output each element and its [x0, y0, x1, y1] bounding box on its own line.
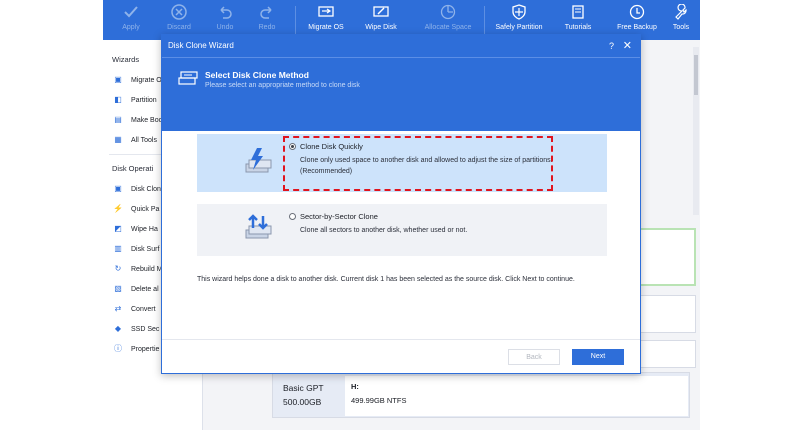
partition-icon: ◧	[114, 95, 122, 104]
option-description: Clone all sectors to another disk, wheth…	[300, 227, 468, 234]
partition-list-scrollbar[interactable]	[693, 47, 699, 215]
book-icon	[556, 0, 600, 24]
header-title: Select Disk Clone Method	[205, 70, 309, 80]
convert-icon: ⇄	[114, 304, 122, 313]
redo-icon	[249, 0, 285, 24]
eraser-icon: ◆	[114, 324, 122, 333]
disk-clone-icon	[178, 70, 198, 91]
dialog-title: Disk Clone Wizard	[168, 41, 234, 50]
dialog-titlebar: Disk Clone Wizard ? ✕	[162, 35, 640, 57]
partition-letter: H:	[351, 382, 359, 391]
dialog-header: Select Disk Clone Method Please select a…	[162, 57, 640, 131]
surface-test-icon: ▥	[114, 244, 122, 253]
wizard-note: This wizard helps done a disk to another…	[197, 276, 575, 283]
rebuild-icon: ↻	[114, 264, 122, 273]
info-icon: ⓘ	[114, 344, 122, 353]
grid-icon: ▦	[114, 135, 122, 144]
partition-block-h[interactable]: H: 499.99GB NTFS	[345, 376, 688, 416]
tools-button[interactable]: Tools	[666, 0, 696, 40]
apply-button[interactable]: Apply	[111, 0, 151, 40]
next-button[interactable]: Next	[572, 349, 624, 365]
disk-size: 500.00GB	[283, 397, 322, 407]
toolbar-divider	[484, 6, 485, 34]
footer-divider	[162, 339, 640, 340]
lightning-icon: ⚡	[113, 204, 123, 213]
quick-clone-icon	[243, 146, 273, 181]
delete-icon: ▧	[114, 284, 122, 293]
scrollbar-thumb[interactable]	[694, 55, 698, 95]
help-icon[interactable]: ?	[609, 35, 614, 57]
disk-info: Basic GPT 500.00GB	[283, 381, 324, 409]
wipe-icon: ◩	[114, 224, 122, 233]
disk-type: Basic GPT	[283, 383, 324, 393]
undo-icon	[207, 0, 243, 24]
radio-sector-by-sector-clone[interactable]	[289, 213, 296, 220]
close-icon[interactable]: ✕	[623, 35, 632, 57]
discard-icon	[159, 0, 199, 24]
migrate-icon: ▣	[114, 75, 122, 84]
check-icon	[111, 0, 151, 24]
migrate-os-icon	[303, 0, 349, 24]
disk-clone-wizard-dialog: Disk Clone Wizard ? ✕ Select Disk Clone …	[161, 34, 641, 374]
header-subtitle: Please select an appropriate method to c…	[205, 82, 360, 89]
backup-icon	[615, 0, 659, 24]
sector-clone-icon	[243, 212, 273, 247]
option-label: Sector-by-Sector Clone	[300, 212, 378, 221]
clone-icon: ▣	[114, 184, 122, 193]
partition-info: 499.99GB NTFS	[351, 396, 407, 405]
wipe-disk-icon	[361, 0, 401, 24]
toolbar-divider	[295, 6, 296, 34]
highlight-box	[283, 136, 553, 191]
wrench-icon	[666, 0, 696, 24]
allocate-space-icon	[419, 0, 477, 24]
shield-icon	[489, 0, 549, 24]
back-button[interactable]: Back	[508, 349, 560, 365]
bootable-icon: ▤	[114, 115, 122, 124]
disk-row[interactable]: Basic GPT 500.00GB H: 499.99GB NTFS	[272, 372, 690, 418]
option-sector-by-sector-clone[interactable]: Sector-by-Sector Clone Clone all sectors…	[197, 204, 607, 256]
